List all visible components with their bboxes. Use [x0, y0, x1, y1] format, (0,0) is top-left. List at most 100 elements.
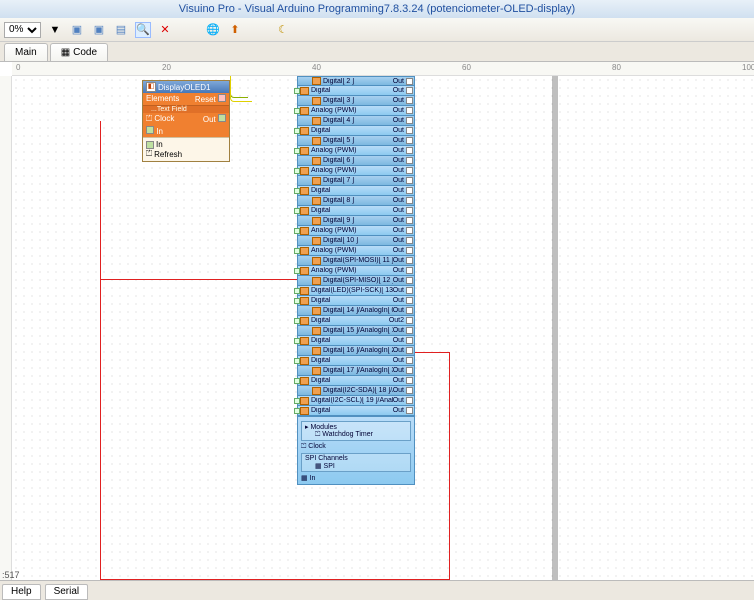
- node-refresh-row[interactable]: ⏍Refresh: [146, 149, 226, 159]
- tab-code[interactable]: ▦Code: [50, 43, 108, 61]
- pin-out[interactable]: [406, 127, 413, 134]
- pin-row[interactable]: Analog (PWM)Out: [297, 246, 415, 256]
- pin-row[interactable]: Digital(I2C-SCL)[ 19 ]/AnalogIn[ 5 ]Out: [297, 396, 415, 406]
- pin-row[interactable]: Analog (PWM)Out: [297, 226, 415, 236]
- pin-reset[interactable]: [218, 94, 226, 102]
- pin-row[interactable]: DigitalOut: [297, 296, 415, 306]
- pin-row[interactable]: DigitalOut: [297, 356, 415, 366]
- node-textfield[interactable]: ...Text Field: [143, 106, 229, 113]
- pin-out[interactable]: [406, 347, 413, 354]
- pin-row[interactable]: Digital[ 3 ]Out: [297, 96, 415, 106]
- pin-in[interactable]: [294, 168, 300, 174]
- pin-row[interactable]: Digital[ 17 ]/AnalogIn[ 3 ]Out: [297, 366, 415, 376]
- pin-row[interactable]: DigitalOut: [297, 406, 415, 416]
- pin-out[interactable]: [406, 387, 413, 394]
- tool1-icon[interactable]: ▣: [69, 22, 85, 38]
- pin-row[interactable]: Analog (PWM)Out: [297, 266, 415, 276]
- pin-row[interactable]: DigitalOut: [297, 126, 415, 136]
- pin-in[interactable]: [294, 88, 300, 94]
- pin-out[interactable]: [406, 257, 413, 264]
- moon-icon[interactable]: ☾: [275, 22, 291, 38]
- pin-row[interactable]: Digital[ 4 ]Out: [297, 116, 415, 126]
- pin-out[interactable]: [406, 377, 413, 384]
- pin-out[interactable]: [406, 157, 413, 164]
- in-row[interactable]: ▦ In: [301, 474, 411, 482]
- pin-row[interactable]: Analog (PWM)Out: [297, 166, 415, 176]
- pin-in[interactable]: [294, 318, 300, 324]
- pin-out[interactable]: [406, 137, 413, 144]
- pin-out[interactable]: [406, 317, 413, 324]
- pin-out[interactable]: [218, 114, 226, 122]
- pin-row[interactable]: DigitalOut: [297, 376, 415, 386]
- pin-out[interactable]: [406, 297, 413, 304]
- modules-group[interactable]: ▸ Modules⏍ Watchdog Timer: [301, 421, 411, 441]
- pin-in[interactable]: [294, 228, 300, 234]
- pin-row[interactable]: Digital[ 8 ]Out: [297, 196, 415, 206]
- pin-row[interactable]: Digital(SPI-MISO)[ 12 ]Out: [297, 276, 415, 286]
- pin-out[interactable]: [406, 397, 413, 404]
- pin-in[interactable]: [294, 208, 300, 214]
- pin-out[interactable]: [406, 187, 413, 194]
- pin-out[interactable]: [406, 267, 413, 274]
- tool3-icon[interactable]: ▤: [113, 22, 129, 38]
- pin-row[interactable]: DigitalOut2: [297, 316, 415, 326]
- pin-in-top[interactable]: [146, 126, 154, 134]
- pin-row[interactable]: Digital(I2C-SDA)[ 18 ]/AnalogIn[ 4 ]Out: [297, 386, 415, 396]
- spi-group[interactable]: SPI Channels▦ SPI: [301, 453, 411, 472]
- node-elements-row[interactable]: Elements Reset: [143, 93, 229, 106]
- pin-row[interactable]: DigitalOut: [297, 186, 415, 196]
- pin-out[interactable]: [406, 327, 413, 334]
- pin-row[interactable]: Analog (PWM)Out: [297, 106, 415, 116]
- pin-row[interactable]: Digital[ 16 ]/AnalogIn[ 2 ]Out: [297, 346, 415, 356]
- pin-out[interactable]: [406, 287, 413, 294]
- globe-icon[interactable]: 🌐: [205, 22, 221, 38]
- pin-out[interactable]: [406, 87, 413, 94]
- pin-in[interactable]: [294, 298, 300, 304]
- pin-out[interactable]: [406, 117, 413, 124]
- node-display-oled[interactable]: ◧ DisplayOLED1 Elements Reset ...Text Fi…: [142, 80, 230, 162]
- pin-in[interactable]: [294, 398, 300, 404]
- tool2-icon[interactable]: ▣: [91, 22, 107, 38]
- pin-in[interactable]: [294, 338, 300, 344]
- pin-out[interactable]: [406, 247, 413, 254]
- pin-row[interactable]: DigitalOut: [297, 206, 415, 216]
- pin-in[interactable]: [294, 378, 300, 384]
- pin-out[interactable]: [406, 217, 413, 224]
- pin-out[interactable]: [406, 227, 413, 234]
- pin-row[interactable]: Digital[ 10 ]Out: [297, 236, 415, 246]
- pin-out[interactable]: [406, 207, 413, 214]
- pin-out[interactable]: [406, 277, 413, 284]
- arduino-board[interactable]: Digital[ 2 ]OutDigitalOutDigital[ 3 ]Out…: [297, 76, 415, 485]
- tab-main[interactable]: Main: [4, 43, 48, 61]
- pin-row[interactable]: DigitalOut: [297, 86, 415, 96]
- pin-in[interactable]: [294, 408, 300, 414]
- pin-in[interactable]: [294, 128, 300, 134]
- node-in-row[interactable]: In: [146, 140, 226, 149]
- pin-out[interactable]: [406, 167, 413, 174]
- pin-row[interactable]: Digital[ 7 ]Out: [297, 176, 415, 186]
- spi-row[interactable]: ▦ SPI: [305, 462, 407, 470]
- clock-row[interactable]: ⏍ Clock: [301, 443, 411, 451]
- pin-out[interactable]: [406, 97, 413, 104]
- pin-out[interactable]: [406, 367, 413, 374]
- pin-row[interactable]: Analog (PWM)Out: [297, 146, 415, 156]
- pin-row[interactable]: Digital[ 2 ]Out: [297, 76, 415, 86]
- pin-out[interactable]: [406, 78, 413, 85]
- upload-icon[interactable]: ⬆: [227, 22, 243, 38]
- pin-in[interactable]: [294, 358, 300, 364]
- pin-in[interactable]: [294, 288, 300, 294]
- node-title[interactable]: ◧ DisplayOLED1: [143, 81, 229, 93]
- pin-out[interactable]: [406, 197, 413, 204]
- pin-row[interactable]: Digital[ 15 ]/AnalogIn[ 1 ]Out: [297, 326, 415, 336]
- pin-out[interactable]: [406, 307, 413, 314]
- pin-row[interactable]: Digital[ 9 ]Out: [297, 216, 415, 226]
- pin-in[interactable]: [146, 141, 154, 149]
- pin-in[interactable]: [294, 148, 300, 154]
- pin-out[interactable]: [406, 147, 413, 154]
- wdt-row[interactable]: ⏍ Watchdog Timer: [305, 431, 407, 439]
- pin-row[interactable]: DigitalOut: [297, 336, 415, 346]
- status-tab-help[interactable]: Help: [2, 584, 41, 600]
- pin-row[interactable]: Digital[ 14 ]/AnalogIn[ 0 ]Out: [297, 306, 415, 316]
- status-tab-serial[interactable]: Serial: [45, 584, 89, 600]
- pin-in[interactable]: [294, 248, 300, 254]
